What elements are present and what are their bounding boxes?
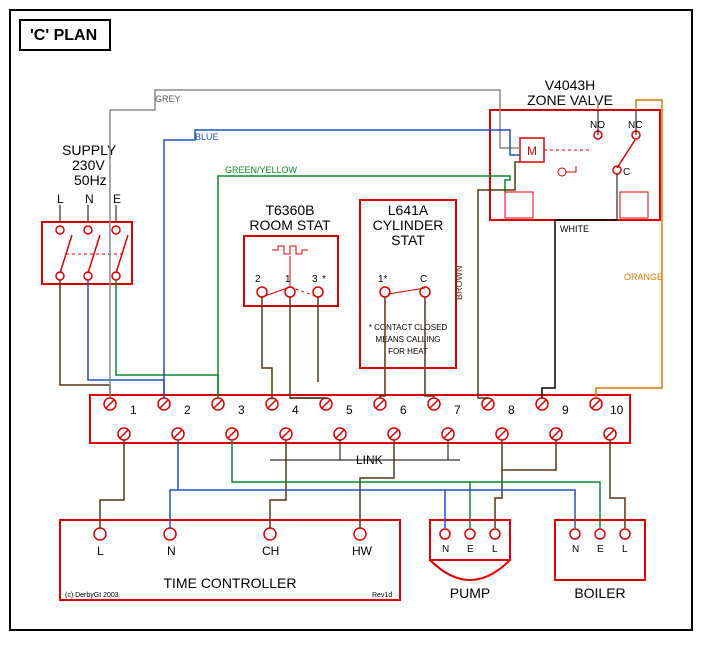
- svg-text:9: 9: [562, 403, 569, 417]
- svg-text:L: L: [97, 544, 104, 558]
- supply-l: L: [57, 192, 64, 206]
- room-stat-label: ROOM STAT: [249, 217, 331, 233]
- pump-label: PUMP: [450, 585, 490, 601]
- svg-text:5: 5: [346, 403, 353, 417]
- svg-text:2: 2: [184, 403, 191, 417]
- svg-text:L: L: [622, 544, 628, 555]
- wire-white-label: WHITE: [560, 224, 589, 234]
- svg-text:E: E: [597, 544, 604, 555]
- zone-valve-model: V4043H: [545, 77, 596, 93]
- zone-valve-label: ZONE VALVE: [527, 92, 613, 108]
- svg-text:HW: HW: [352, 544, 373, 558]
- svg-text:N: N: [442, 544, 449, 555]
- cyl-note3: FOR HEAT: [388, 347, 428, 356]
- terminal-strip: 1 2 3 4 5 6 7 8 9 10: [90, 395, 630, 443]
- cyl-stat-t1: 1*: [378, 274, 388, 285]
- wire-grey-label: GREY: [155, 94, 181, 104]
- room-stat-t3: 3: [312, 274, 318, 285]
- svg-text:CH: CH: [262, 544, 279, 558]
- svg-text:1: 1: [130, 403, 137, 417]
- zone-valve-nc: NC: [628, 120, 642, 131]
- cyl-note1: * CONTACT CLOSED: [369, 323, 448, 332]
- wire-brown-label: BROWN: [454, 266, 464, 301]
- svg-text:6: 6: [400, 403, 407, 417]
- cyl-stat-label2: STAT: [391, 232, 425, 248]
- link-label: LINK: [356, 453, 383, 467]
- room-stat-model: T6360B: [265, 202, 314, 218]
- svg-text:10: 10: [610, 403, 624, 417]
- svg-text:4: 4: [292, 403, 299, 417]
- svg-text:8: 8: [508, 403, 515, 417]
- svg-text:3: 3: [238, 403, 245, 417]
- svg-text:N: N: [572, 544, 579, 555]
- rev: Rev1d: [372, 592, 392, 599]
- cyl-stat-tc: C: [420, 274, 427, 285]
- time-controller-label: TIME CONTROLLER: [163, 575, 296, 591]
- supply-label: SUPPLY: [62, 142, 117, 158]
- supply-n: N: [85, 192, 94, 206]
- room-stat-t2: 2: [255, 274, 261, 285]
- wire-blue-label: BLUE: [195, 132, 219, 142]
- supply-freq: 50Hz: [74, 172, 107, 188]
- wiring-diagram: 'C' PLAN SUPPLY 230V 50Hz L N E V4043H Z…: [0, 0, 702, 641]
- svg-text:N: N: [167, 544, 176, 558]
- cyl-stat-model: L641A: [388, 202, 429, 218]
- svg-text:*: *: [322, 274, 326, 285]
- wire-orange-label: ORANGE: [624, 272, 663, 282]
- boiler-label: BOILER: [574, 585, 625, 601]
- zone-valve-m: M: [527, 144, 537, 158]
- svg-text:7: 7: [454, 403, 461, 417]
- room-stat-t1: 1: [285, 274, 291, 285]
- wire-blue: [88, 280, 164, 398]
- cyl-stat-label1: CYLINDER: [373, 217, 444, 233]
- wire-gy-label: GREEN/YELLOW: [225, 165, 298, 175]
- svg-text:E: E: [467, 544, 474, 555]
- supply-voltage: 230V: [72, 157, 105, 173]
- diagram-title: 'C' PLAN: [30, 27, 97, 44]
- copyright: (c) DerbyGt 2003: [65, 592, 119, 599]
- supply-e: E: [113, 192, 121, 206]
- zone-valve-c: C: [623, 167, 630, 178]
- svg-text:L: L: [492, 544, 498, 555]
